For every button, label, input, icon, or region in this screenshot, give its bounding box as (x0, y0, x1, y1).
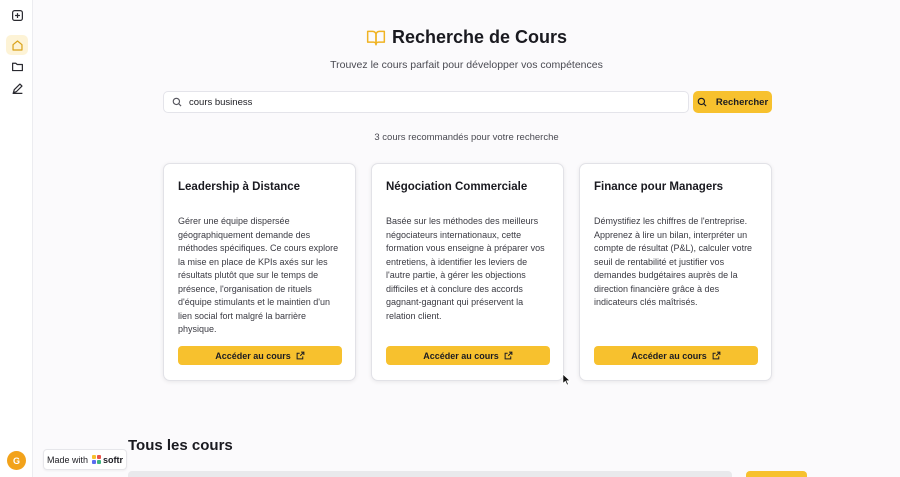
course-card: Leadership à Distance Gérer une équipe d… (163, 163, 356, 381)
search-icon (697, 97, 707, 107)
sidebar: G (0, 0, 33, 477)
access-course-button[interactable]: Accéder au cours (178, 346, 342, 365)
made-with-badge[interactable]: Made with softr (43, 449, 127, 470)
all-courses-title: Tous les cours (128, 437, 233, 454)
course-card: Négociation Commerciale Basée sur les mé… (371, 163, 564, 381)
course-title: Leadership à Distance (178, 181, 301, 193)
search-button[interactable]: Rechercher (693, 91, 772, 113)
external-link-icon (504, 351, 513, 360)
course-card: Finance pour Managers Démystifiez les ch… (579, 163, 772, 381)
softr-brand: softr (103, 454, 124, 465)
course-description: Gérer une équipe dispersée géographiquem… (178, 216, 339, 334)
mouse-cursor-icon (562, 373, 571, 386)
open-book-icon (366, 30, 386, 45)
softr-logo: softr (92, 455, 123, 465)
course-title: Finance pour Managers (594, 181, 724, 193)
access-course-button[interactable]: Accéder au cours (594, 346, 758, 365)
access-course-label: Accéder au cours (215, 350, 291, 361)
results-count: 3 cours recommandés pour votre recherche (374, 132, 559, 143)
search-box[interactable] (163, 91, 689, 113)
all-courses-search-input[interactable] (128, 471, 732, 477)
external-link-icon (712, 351, 721, 360)
access-course-label: Accéder au cours (423, 350, 499, 361)
course-description: Basée sur les méthodes des meilleurs nég… (386, 216, 545, 321)
search-button-label: Rechercher (715, 96, 769, 108)
avatar[interactable]: G (7, 451, 26, 470)
page-title: Recherche de Cours (391, 27, 568, 47)
folder-icon[interactable] (6, 56, 28, 76)
search-icon (172, 97, 182, 107)
home-icon[interactable] (6, 35, 28, 55)
made-with-label: Made with (46, 454, 89, 465)
add-square-icon[interactable] (6, 5, 28, 25)
external-link-icon (296, 351, 305, 360)
course-description: Démystifiez les chiffres de l'entreprise… (594, 216, 753, 307)
pen-icon[interactable] (6, 78, 28, 98)
search-input[interactable] (189, 96, 669, 108)
page-header: Recherche de Cours Trouvez le cours parf… (33, 27, 900, 71)
course-title: Négociation Commerciale (386, 181, 528, 193)
access-course-button[interactable]: Accéder au cours (386, 346, 550, 365)
softr-logo-icon (92, 455, 102, 464)
all-courses-search-button[interactable] (746, 471, 807, 477)
access-course-label: Accéder au cours (631, 350, 707, 361)
page-subtitle: Trouvez le cours parfait pour développer… (330, 59, 603, 71)
